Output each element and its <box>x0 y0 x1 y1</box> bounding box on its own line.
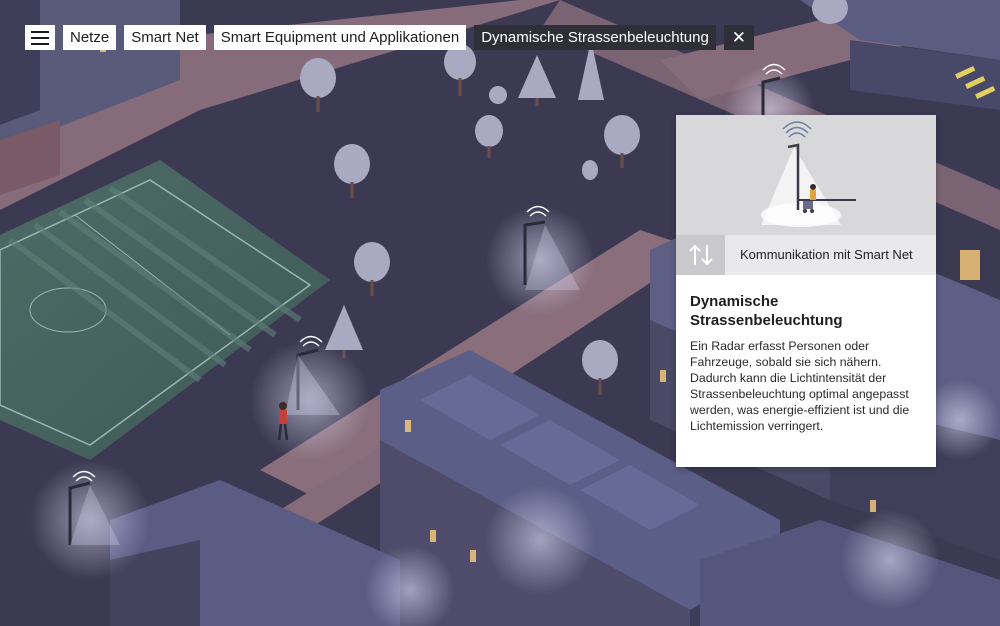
close-button[interactable]: ✕ <box>723 25 754 50</box>
breadcrumb: Netze Smart Net Smart Equipment und Appl… <box>25 25 754 50</box>
card-title: Dynamische Strassenbeleuchtung <box>690 293 843 329</box>
info-card: Kommunikation mit Smart Net Dynamische S… <box>676 115 936 467</box>
breadcrumb-item-smart-net[interactable]: Smart Net <box>124 25 206 50</box>
hamburger-menu-icon <box>31 30 49 33</box>
up-down-arrows-icon[interactable] <box>676 235 725 275</box>
menu-button[interactable] <box>25 25 55 50</box>
card-description: Ein Radar erfasst Personen oder Fahrzeug… <box>690 339 910 433</box>
card-illustration <box>676 115 936 235</box>
breadcrumb-item-netze[interactable]: Netze <box>63 25 117 50</box>
street-light-illustration <box>761 121 856 227</box>
smart-net-communication-row[interactable]: Kommunikation mit Smart Net <box>676 235 936 275</box>
breadcrumb-item-smart-equipment[interactable]: Smart Equipment und Applikationen <box>213 25 467 50</box>
communication-label[interactable]: Kommunikation mit Smart Net <box>725 235 936 275</box>
close-icon: ✕ <box>731 28 746 47</box>
breadcrumb-item-current[interactable]: Dynamische Strassenbeleuchtung <box>474 25 716 50</box>
